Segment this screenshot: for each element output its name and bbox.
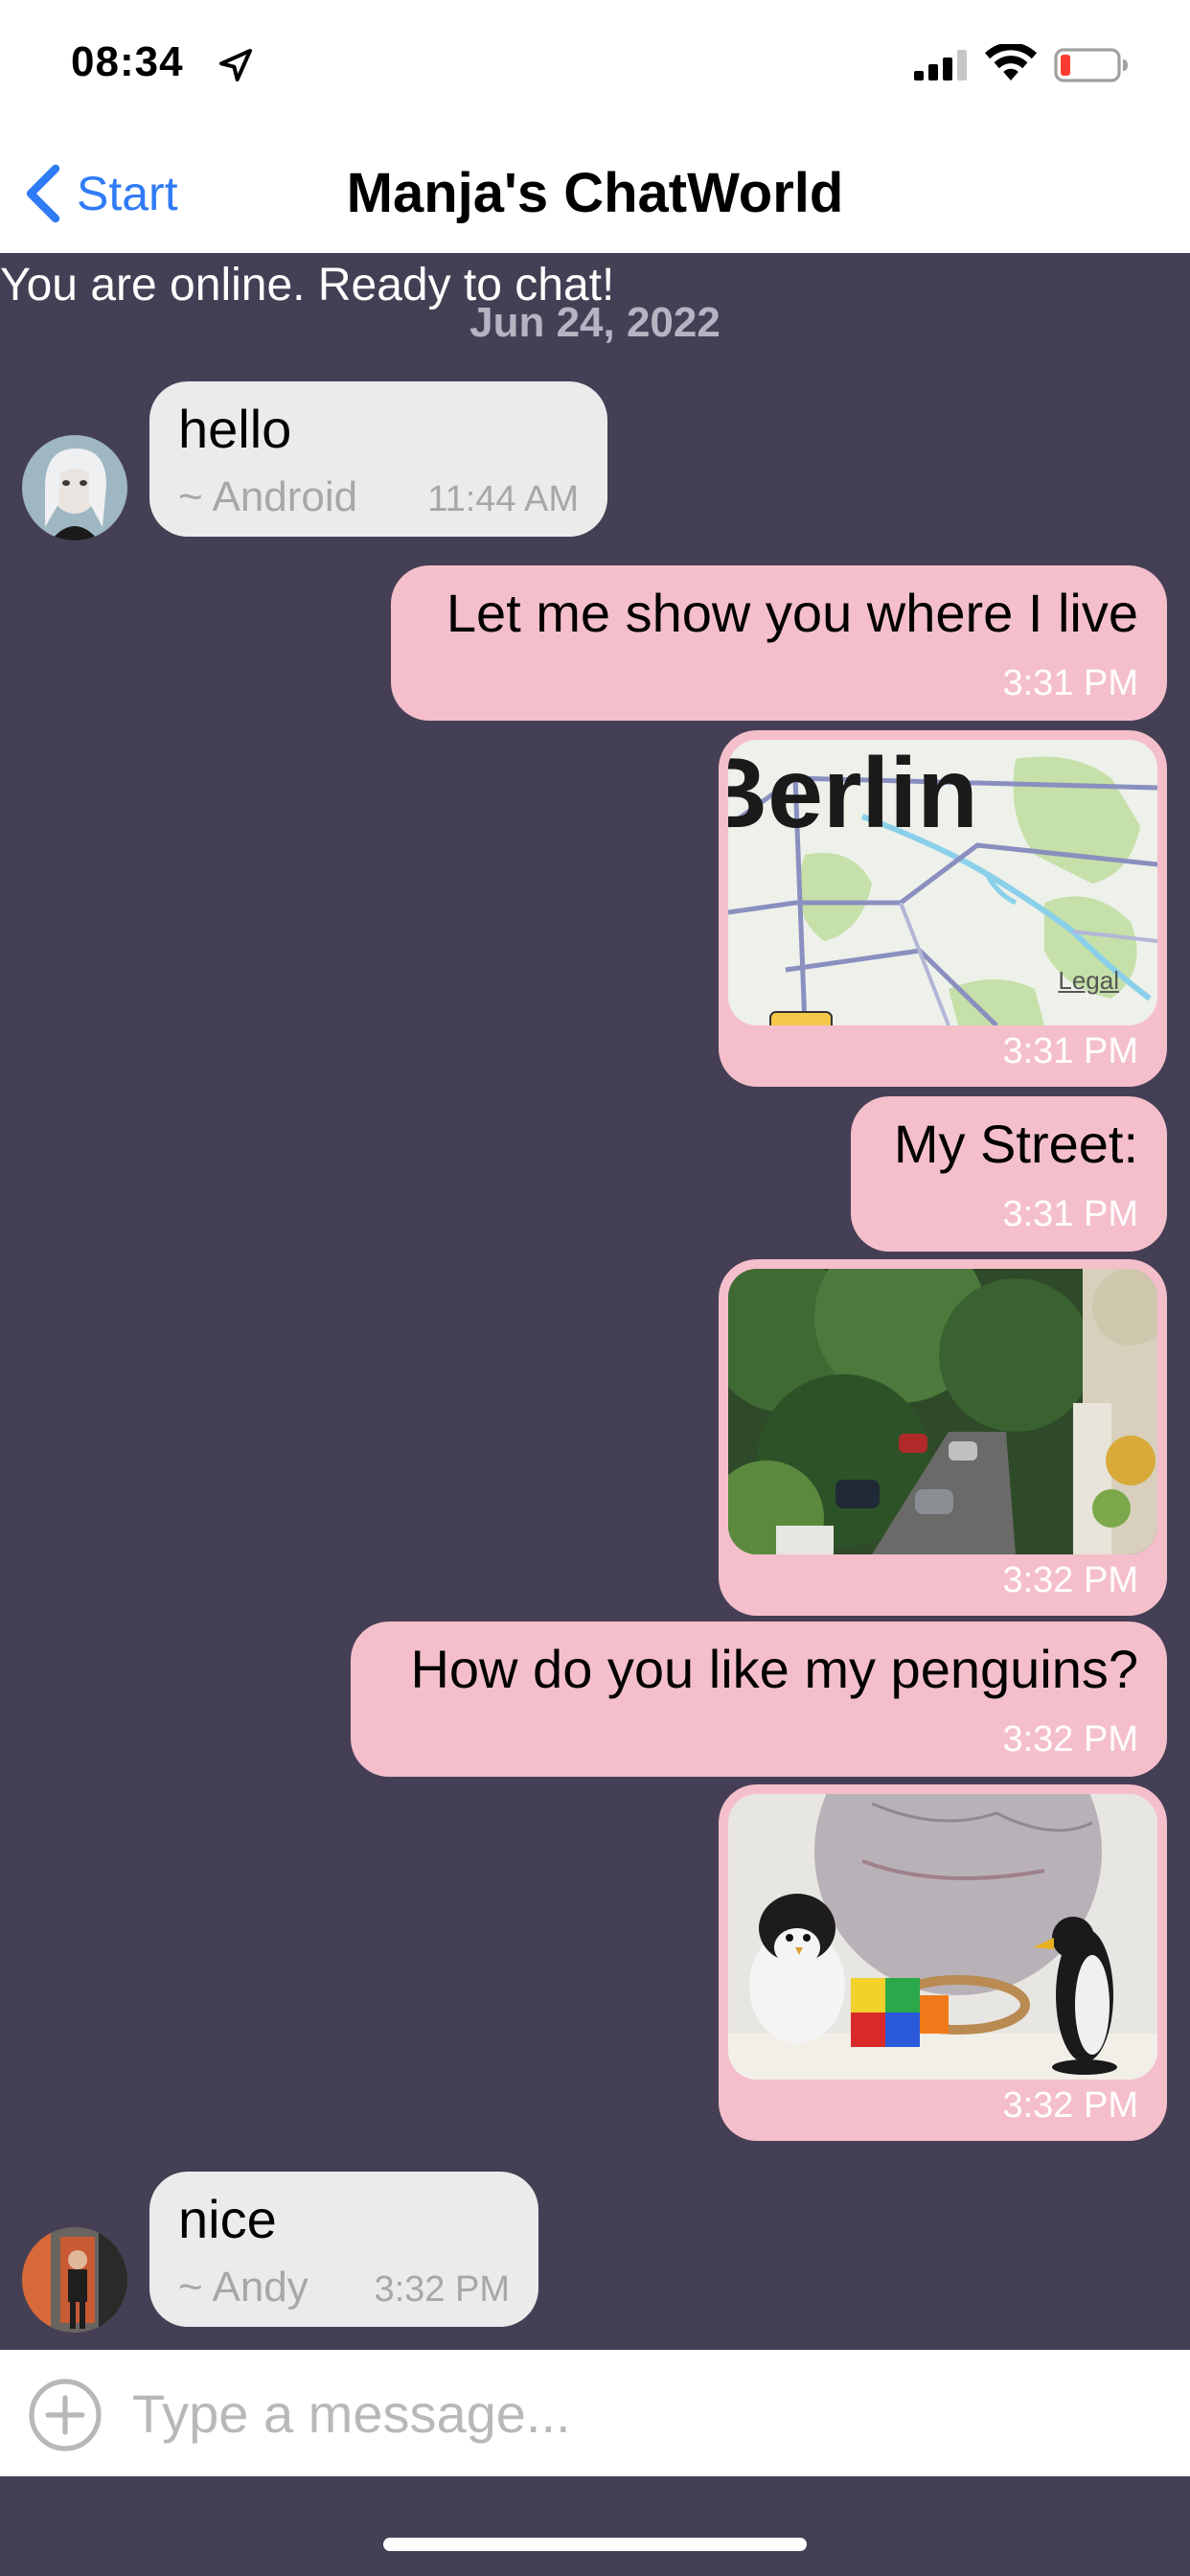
page-title: Manja's ChatWorld [346, 162, 844, 224]
date-separator: Jun 24, 2022 [469, 299, 721, 346]
message-bubble-outgoing-photo[interactable]: 3:32 PM [719, 1259, 1167, 1616]
message-sender: ~ Andy [178, 2264, 309, 2311]
map-city-label: Berlin [728, 740, 978, 849]
battery-low-icon [1054, 48, 1128, 82]
map-preview[interactable]: Berlin Legal [728, 740, 1157, 1025]
chat-area[interactable]: You are online. Ready to chat! Jun 24, 2… [0, 253, 1190, 2350]
message-bubble-outgoing-map[interactable]: Berlin Legal 3:31 PM [719, 730, 1167, 1087]
message-time: 3:32 PM [1002, 1719, 1138, 1760]
cellular-signal-icon [914, 50, 967, 80]
avatar[interactable] [22, 2227, 127, 2333]
message-composer [0, 2350, 1190, 2476]
message-time: 3:32 PM [1002, 2085, 1138, 2126]
message-time: 3:31 PM [1002, 1031, 1138, 1071]
message-bubble-incoming[interactable]: nice ~ Andy 3:32 PM [149, 2172, 538, 2327]
message-time: 3:31 PM [1002, 1194, 1138, 1234]
wifi-icon [985, 44, 1037, 80]
message-time: 11:44 AM [427, 479, 579, 519]
map-legal-link[interactable]: Legal [1058, 966, 1119, 996]
message-text: hello [178, 399, 292, 459]
message-input[interactable] [132, 2373, 1148, 2453]
status-time: 08:34 [71, 38, 184, 85]
message-bubble-outgoing-photo[interactable]: 3:32 PM [719, 1784, 1167, 2141]
message-bubble-outgoing[interactable]: Let me show you where I live 3:31 PM [391, 565, 1167, 721]
location-arrow-icon [219, 49, 252, 81]
penguins-globe-photo[interactable] [728, 1794, 1157, 2080]
avatar-andy-image [22, 2227, 127, 2333]
penguins-photo-image [728, 1794, 1157, 2080]
avatar[interactable] [22, 435, 127, 540]
message-time: 3:32 PM [1002, 1560, 1138, 1600]
message-text: nice [178, 2189, 277, 2249]
message-bubble-outgoing[interactable]: My Street: 3:31 PM [851, 1096, 1167, 1252]
message-text: How do you like my penguins? [410, 1639, 1138, 1699]
home-indicator[interactable] [383, 2538, 807, 2551]
message-bubble-outgoing[interactable]: How do you like my penguins? 3:32 PM [351, 1622, 1167, 1777]
message-text: My Street: [893, 1114, 1138, 1174]
nav-bar: Start Manja's ChatWorld [0, 134, 1190, 253]
plus-circle-icon[interactable] [27, 2377, 103, 2453]
status-bar: 08:34 [0, 0, 1190, 134]
message-time: 3:32 PM [374, 2269, 510, 2310]
street-view-photo[interactable] [728, 1269, 1157, 1554]
message-time: 3:31 PM [1002, 663, 1138, 703]
message-sender: ~ Android [178, 473, 358, 520]
street-photo-image [728, 1269, 1157, 1554]
message-text: Let me show you where I live [446, 583, 1138, 643]
avatar-woman-image [22, 435, 127, 540]
message-bubble-incoming[interactable]: hello ~ Android 11:44 AM [149, 381, 607, 537]
